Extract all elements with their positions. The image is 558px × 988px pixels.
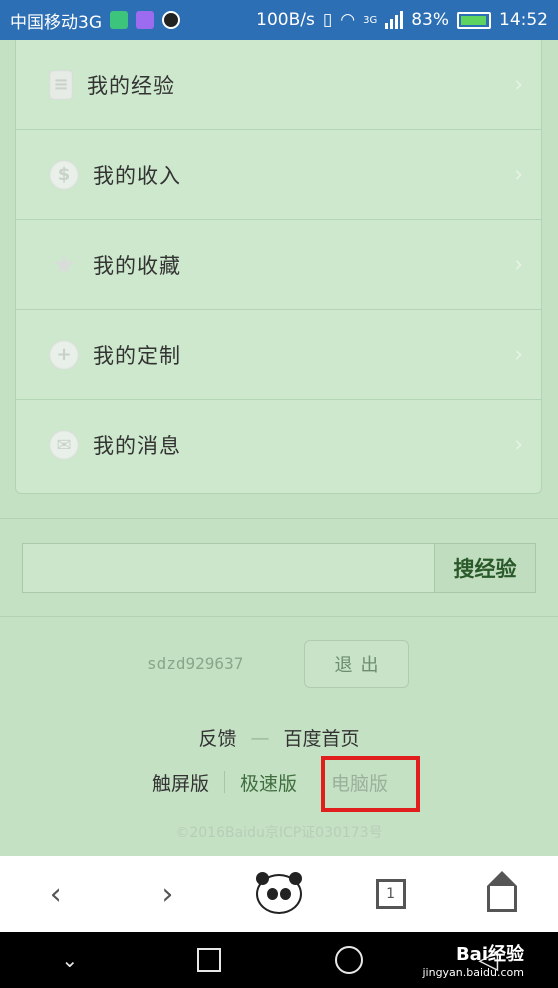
lite-version-link[interactable]: 极速版 bbox=[240, 769, 297, 796]
search-bar: 搜经验 bbox=[22, 543, 536, 593]
baidu-watermark: Bai经验 jingyan.baidu.com bbox=[422, 940, 524, 979]
page-content: ≡ 我的经验 › $ 我的收入 › ★ 我的收藏 › + 我的定制 › ✉ 我的… bbox=[0, 40, 558, 856]
android-notification-icon bbox=[110, 11, 128, 29]
menu-item-label: 我的消息 bbox=[93, 434, 181, 458]
mail-icon: ✉ bbox=[49, 430, 79, 460]
menu-item-messages[interactable]: ✉ 我的消息 › bbox=[16, 400, 541, 490]
divider bbox=[0, 616, 558, 617]
touch-version-link[interactable]: 触屏版 bbox=[152, 769, 209, 796]
chevron-down-icon[interactable]: ⌄ bbox=[0, 948, 140, 972]
network-speed: 100B/s bbox=[256, 10, 315, 30]
signal-icon bbox=[385, 11, 404, 29]
clock: 14:52 bbox=[499, 10, 548, 30]
menu-item-label: 我的收入 bbox=[93, 163, 181, 188]
document-icon: ≡ bbox=[49, 69, 73, 100]
menu-item-favorites[interactable]: ★ 我的收藏 › bbox=[16, 220, 541, 310]
browser-toolbar: ‹ › 1 bbox=[0, 856, 558, 932]
chevron-right-icon: › bbox=[514, 162, 523, 187]
watermark-url: jingyan.baidu.com bbox=[422, 966, 524, 979]
chevron-right-icon: › bbox=[514, 432, 523, 458]
menu-item-experience[interactable]: ≡ 我的经验 › bbox=[16, 40, 541, 130]
divider bbox=[0, 518, 558, 519]
account-row: sdzd929637 退出 bbox=[0, 640, 558, 690]
star-icon: ★ bbox=[51, 248, 77, 281]
menu-item-income[interactable]: $ 我的收入 › bbox=[16, 130, 541, 220]
back-icon[interactable]: ‹ bbox=[0, 877, 112, 912]
copyright: ©2016Baidu京ICP证030173号 bbox=[175, 825, 383, 841]
footer-links: 反馈 — 百度首页 bbox=[0, 724, 558, 751]
battery-percent: 83% bbox=[411, 10, 449, 30]
menu-item-label: 我的收藏 bbox=[93, 253, 181, 278]
search-input[interactable] bbox=[22, 543, 434, 593]
qq-notification-icon bbox=[162, 11, 180, 29]
feedback-link[interactable]: 反馈 bbox=[198, 724, 236, 751]
home-circle-icon[interactable] bbox=[334, 946, 363, 974]
status-bar: 中国移动3G 100B/s ▯ ◠ 3G 83% 14:52 bbox=[0, 0, 558, 40]
dollar-icon: $ bbox=[49, 159, 79, 190]
highlight-box bbox=[321, 756, 420, 812]
carrier-label: 中国移动3G bbox=[10, 12, 102, 33]
menu-item-custom[interactable]: + 我的定制 › bbox=[16, 310, 541, 400]
menu-item-label: 我的经验 bbox=[87, 73, 175, 98]
panda-icon[interactable] bbox=[255, 872, 302, 914]
recent-apps-icon[interactable] bbox=[197, 948, 222, 972]
wifi-icon: ◠ bbox=[340, 10, 356, 30]
baidu-home-link[interactable]: 百度首页 bbox=[284, 724, 360, 751]
search-button[interactable]: 搜经验 bbox=[434, 543, 536, 593]
chevron-right-icon: › bbox=[514, 342, 523, 367]
user-menu: ≡ 我的经验 › $ 我的收入 › ★ 我的收藏 › + 我的定制 › ✉ 我的… bbox=[15, 40, 542, 494]
version-separator bbox=[224, 771, 226, 793]
username: sdzd929637 bbox=[147, 654, 244, 673]
forward-icon[interactable]: › bbox=[112, 877, 224, 912]
home-icon[interactable] bbox=[487, 871, 518, 912]
chevron-right-icon: › bbox=[514, 252, 523, 277]
network-type: 3G bbox=[363, 14, 378, 26]
link-separator: — bbox=[250, 726, 270, 749]
tab-count: 1 bbox=[386, 886, 396, 902]
logout-button[interactable]: 退出 bbox=[304, 640, 409, 688]
tabs-icon[interactable]: 1 bbox=[375, 879, 406, 909]
plus-icon: + bbox=[49, 339, 79, 370]
image-notification-icon bbox=[136, 11, 154, 29]
menu-item-label: 我的定制 bbox=[93, 343, 181, 368]
chevron-right-icon: › bbox=[514, 72, 523, 97]
vibrate-icon: ▯ bbox=[322, 10, 333, 30]
watermark-brand: Bai经验 bbox=[455, 944, 524, 965]
battery-icon bbox=[457, 11, 491, 29]
